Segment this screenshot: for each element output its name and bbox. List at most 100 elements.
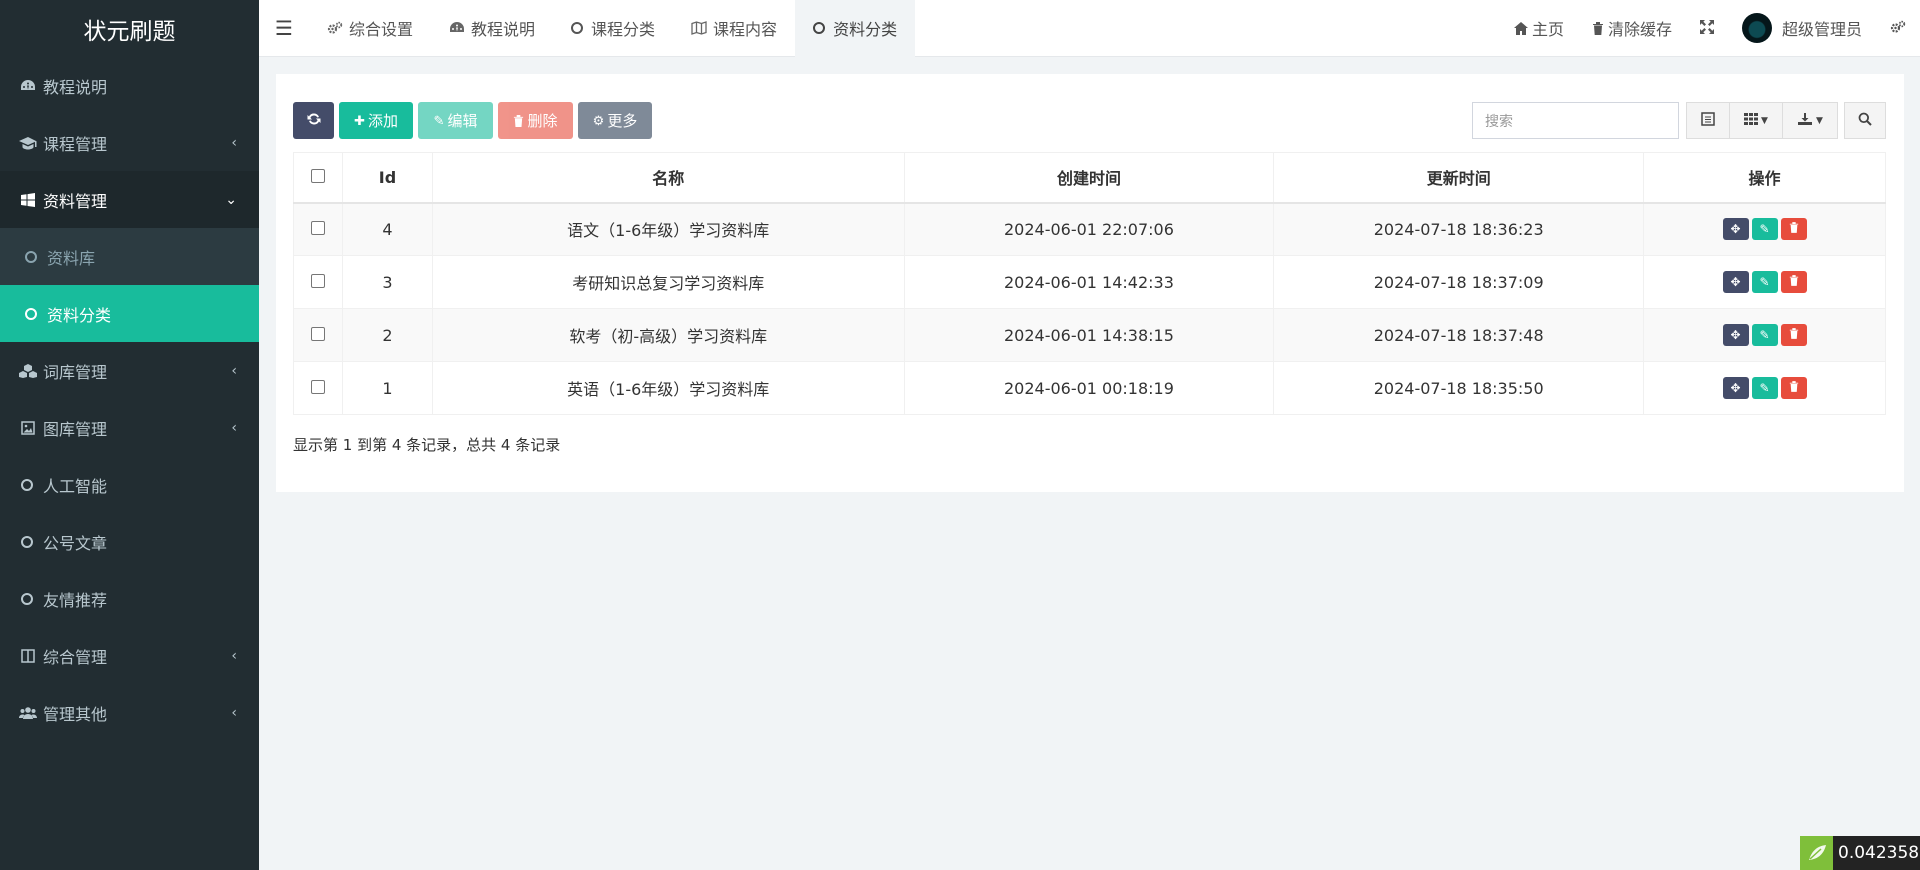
column-header-created[interactable]: 创建时间	[903, 152, 1275, 204]
drag-sort-button[interactable]: ✥	[1722, 218, 1749, 241]
graduation-cap-icon	[19, 134, 37, 152]
trash-icon	[1789, 328, 1799, 342]
clear-cache-link[interactable]: 清除缓存	[1578, 0, 1686, 57]
more-button[interactable]: ⚙ 更多	[578, 102, 652, 139]
select-all-checkbox[interactable]	[310, 168, 325, 183]
row-checkbox[interactable]	[310, 326, 325, 341]
sidebar-item-label: 综合管理	[43, 647, 108, 667]
sidebar-toggle-button[interactable]: ☰	[259, 0, 309, 57]
table-row[interactable]: 4 语文（1-6年级）学习资料库 2024-06-01 22:07:06 202…	[293, 202, 1886, 256]
row-delete-button[interactable]	[1780, 324, 1807, 346]
columns-toggle-button[interactable]: ▼	[1729, 102, 1783, 139]
sidebar-item-material[interactable]: 资料管理 ⌄	[0, 171, 259, 228]
content-panel: ✚ 添加 ✎ 编辑 删除 ⚙ 更多 搜索 ▼ ▼ Id 名称 创建时间 更新时间…	[276, 74, 1904, 492]
tab-course-category[interactable]: 课程分类	[553, 0, 673, 57]
hamburger-icon: ☰	[275, 16, 293, 40]
cell-updated: 2024-07-18 18:35:50	[1273, 361, 1645, 415]
row-checkbox[interactable]	[310, 273, 325, 288]
image-icon	[19, 419, 37, 437]
table-view-controls: ▼ ▼	[1686, 102, 1838, 139]
drag-sort-button[interactable]: ✥	[1722, 324, 1749, 346]
sidebar-item-vocabulary[interactable]: 词库管理 ‹	[0, 342, 259, 399]
dashboard-icon	[449, 21, 465, 35]
row-edit-button[interactable]: ✎	[1751, 324, 1778, 346]
tab-label: 资料分类	[833, 20, 898, 39]
select-all-checkbox-cell[interactable]	[293, 152, 343, 204]
sidebar-item-friends[interactable]: 友情推荐	[0, 570, 259, 627]
cubes-icon	[19, 362, 37, 380]
tab-tutorial[interactable]: 教程说明	[431, 0, 553, 57]
sidebar-item-label: 资料管理	[43, 191, 108, 211]
table-row[interactable]: 2 软考（初-高级）学习资料库 2024-06-01 14:38:15 2024…	[293, 308, 1886, 362]
tab-label: 课程内容	[713, 20, 778, 39]
column-header-updated[interactable]: 更新时间	[1273, 152, 1645, 204]
column-header-id[interactable]: Id	[341, 152, 433, 204]
drag-sort-button[interactable]: ✥	[1722, 271, 1749, 293]
sidebar-item-other[interactable]: 管理其他 ‹	[0, 684, 259, 741]
row-checkbox[interactable]	[310, 220, 325, 235]
cell-id: 2	[341, 308, 433, 362]
sidebar-item-course[interactable]: 课程管理 ‹	[0, 114, 259, 171]
gear-icon: ⚙	[592, 112, 605, 128]
row-delete-button[interactable]	[1780, 271, 1807, 293]
column-header-name[interactable]: 名称	[431, 152, 905, 204]
sidebar-item-ai[interactable]: 人工智能	[0, 456, 259, 513]
sidebar-item-label: 管理其他	[43, 704, 108, 724]
users-icon	[19, 704, 37, 722]
search-input[interactable]: 搜索	[1472, 102, 1679, 139]
add-button[interactable]: ✚ 添加	[339, 102, 413, 139]
export-button[interactable]: ▼	[1782, 102, 1838, 139]
refresh-button[interactable]	[293, 102, 334, 139]
search-button[interactable]	[1844, 102, 1886, 139]
circle-icon	[21, 478, 33, 491]
table-row[interactable]: 3 考研知识总复习学习资料库 2024-06-01 14:42:33 2024-…	[293, 255, 1886, 309]
debug-timer[interactable]: 0.042358s	[1800, 836, 1920, 870]
pencil-icon: ✎	[1759, 328, 1770, 342]
user-menu[interactable]: 超级管理员	[1728, 0, 1876, 57]
delete-button[interactable]: 删除	[498, 102, 573, 139]
sidebar-item-general[interactable]: 综合管理 ‹	[0, 627, 259, 684]
list-icon	[1701, 111, 1715, 130]
row-checkbox[interactable]	[310, 379, 325, 394]
sidebar-item-label: 图库管理	[43, 419, 108, 439]
sidebar-item-articles[interactable]: 公号文章	[0, 513, 259, 570]
app-logo-title[interactable]: 状元刷题	[0, 0, 259, 57]
top-navbar: ☰ 综合设置 教程说明 课程分类 课程内容 资料分类 主页 清除缓存 超级管理员	[259, 0, 1920, 57]
chevron-left-icon: ‹	[231, 134, 237, 151]
table-header-row: Id 名称 创建时间 更新时间 操作	[293, 152, 1886, 204]
navbar-right: 主页 清除缓存 超级管理员	[1500, 0, 1920, 57]
search-icon	[1858, 111, 1872, 130]
row-edit-button[interactable]: ✎	[1751, 218, 1778, 241]
edit-button[interactable]: ✎ 编辑	[418, 102, 493, 139]
cell-updated: 2024-07-18 18:37:48	[1273, 308, 1645, 362]
tab-material-category[interactable]: 资料分类	[795, 0, 916, 57]
sidebar-item-material-category[interactable]: 资料分类	[0, 285, 259, 342]
chevron-left-icon: ‹	[231, 647, 237, 664]
timer-value: 0.042358s	[1833, 836, 1920, 870]
row-edit-button[interactable]: ✎	[1751, 271, 1778, 293]
sidebar-item-label: 词库管理	[43, 362, 108, 382]
tab-label: 课程分类	[591, 20, 656, 39]
add-label: 添加	[367, 113, 398, 130]
cell-id: 4	[341, 202, 433, 256]
row-delete-button[interactable]	[1780, 218, 1807, 241]
control-sidebar-button[interactable]	[1876, 0, 1920, 57]
cell-updated: 2024-07-18 18:36:23	[1273, 202, 1645, 256]
cell-created: 2024-06-01 14:42:33	[903, 255, 1275, 309]
table-row[interactable]: 1 英语（1-6年级）学习资料库 2024-06-01 00:18:19 202…	[293, 361, 1886, 415]
drag-sort-button[interactable]: ✥	[1722, 377, 1749, 399]
sidebar-item-tutorial[interactable]: 教程说明	[0, 57, 259, 114]
fullscreen-button[interactable]	[1686, 0, 1728, 57]
home-link[interactable]: 主页	[1500, 0, 1578, 57]
row-delete-button[interactable]	[1780, 377, 1807, 399]
sidebar-item-material-library[interactable]: 资料库	[0, 228, 259, 285]
circle-icon	[571, 22, 584, 34]
tab-course-content[interactable]: 课程内容	[673, 0, 795, 57]
sidebar-item-gallery[interactable]: 图库管理 ‹	[0, 399, 259, 456]
cell-name: 考研知识总复习学习资料库	[431, 255, 905, 309]
circle-icon	[21, 535, 33, 548]
tab-general-settings[interactable]: 综合设置	[309, 0, 431, 57]
row-edit-button[interactable]: ✎	[1751, 377, 1778, 399]
toggle-view-button[interactable]	[1686, 102, 1730, 139]
grid-icon	[1744, 112, 1759, 130]
